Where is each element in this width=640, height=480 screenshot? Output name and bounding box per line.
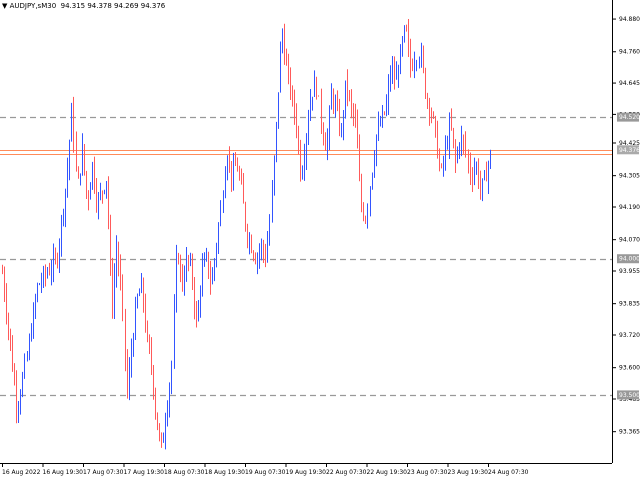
time-tick-label: 24 Aug 07:30	[488, 469, 529, 476]
candles	[2, 19, 491, 450]
price-tick-label: 93.365	[619, 429, 640, 436]
candlestick-chart[interactable]: 94.88094.76094.64594.53094.42594.30594.1…	[0, 0, 640, 480]
time-scale: 16 Aug 2022 16 Aug 19:30 17 Aug 07:30 17 Au…	[2, 463, 529, 476]
time-tick-label: 18 Aug 19:30	[205, 469, 246, 476]
price-tick-label: 94.880	[619, 16, 640, 23]
time-tick-label: 22 Aug 07:30	[326, 469, 367, 476]
current-price-label: 94.376	[619, 147, 640, 154]
price-tick-label: 94.645	[619, 80, 640, 87]
time-tick-label: 16 Aug 19:30	[43, 469, 84, 476]
level-badge-label: 94.000	[619, 256, 640, 263]
price-tick-label: 93.600	[619, 365, 640, 372]
chart-axes	[0, 0, 613, 464]
level-badge-label: 93.500	[619, 392, 640, 399]
symbol-label: AUDJPY,sM30	[9, 2, 57, 10]
time-tick-label: 17 Aug 19:30	[124, 469, 165, 476]
time-tick-label: 18 Aug 07:30	[164, 469, 205, 476]
price-tick-label: 93.955	[619, 268, 640, 275]
price-tick-label: 94.070	[619, 237, 640, 244]
price-tick-label: 94.190	[619, 204, 640, 211]
price-badges: 94.520 94.000 93.500 94.376	[617, 112, 640, 400]
time-tick-label: 19 Aug 19:30	[286, 469, 327, 476]
time-tick-label: 16 Aug 2022	[2, 469, 41, 476]
chart-window[interactable]: 94.88094.76094.64594.53094.42594.30594.1…	[0, 0, 640, 480]
price-scale: 94.88094.76094.64594.53094.42594.30594.1…	[612, 16, 640, 436]
chart-header: ▼ AUDJPY,sM30 94.315 94.378 94.269 94.37…	[2, 2, 165, 10]
price-tick-label: 93.835	[619, 301, 640, 308]
triangle-down-icon[interactable]: ▼	[2, 2, 7, 10]
price-tick-label: 93.720	[619, 332, 640, 339]
ohlc-values: 94.315 94.378 94.269 94.376	[60, 2, 166, 10]
time-tick-label: 22 Aug 19:30	[367, 469, 408, 476]
time-tick-label: 17 Aug 07:30	[83, 469, 124, 476]
time-tick-label: 23 Aug 19:30	[448, 469, 489, 476]
price-tick-label: 94.305	[619, 173, 640, 180]
time-tick-label: 23 Aug 07:30	[407, 469, 448, 476]
price-tick-label: 94.760	[619, 49, 640, 56]
time-tick-label: 19 Aug 07:30	[245, 469, 286, 476]
level-badge-label: 94.520	[619, 114, 640, 121]
